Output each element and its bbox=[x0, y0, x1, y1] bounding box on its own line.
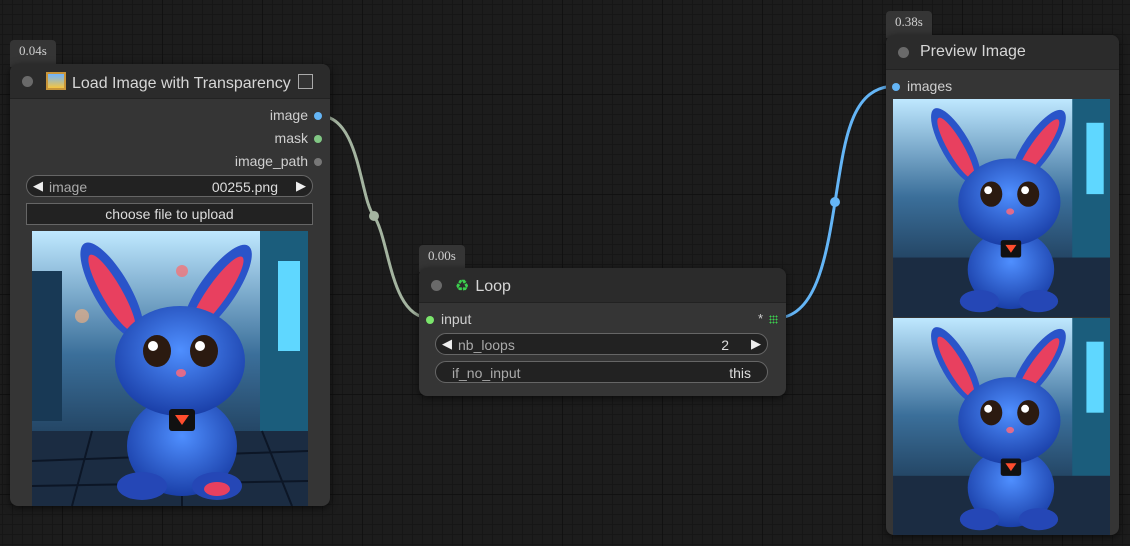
link-midpoint[interactable] bbox=[830, 197, 840, 207]
arrow-right-icon[interactable]: ▶ bbox=[296, 178, 306, 194]
input-dot[interactable] bbox=[426, 316, 434, 325]
upload-button[interactable]: choose file to upload bbox=[26, 203, 313, 225]
input-slot-images[interactable]: images bbox=[892, 78, 952, 94]
output-dot[interactable] bbox=[314, 135, 322, 144]
output-slot-image[interactable]: image bbox=[270, 107, 322, 123]
arrow-left-icon[interactable]: ◀ bbox=[33, 178, 43, 194]
output-dot[interactable] bbox=[314, 112, 322, 121]
loop-node[interactable]: ♻ Loop input * ◀ nb_loops 2 ▶ if_no_input… bbox=[419, 268, 786, 396]
link-midpoint[interactable] bbox=[369, 211, 379, 221]
node-title-bar[interactable]: Preview Image bbox=[886, 35, 1119, 70]
preview-image-1[interactable] bbox=[893, 99, 1110, 317]
output-slot-image-path[interactable]: image_path bbox=[235, 153, 322, 169]
node-title: Loop bbox=[475, 278, 511, 295]
output-slot-mask[interactable]: mask bbox=[275, 130, 322, 146]
execution-time-badge: 0.04s bbox=[10, 40, 56, 67]
framed-picture-icon bbox=[46, 72, 66, 90]
pin-checkbox[interactable] bbox=[298, 74, 313, 89]
if-no-input-widget[interactable]: if_no_input this bbox=[435, 361, 768, 383]
loaded-image-preview bbox=[32, 231, 308, 506]
recycle-icon: ♻ bbox=[455, 278, 470, 295]
arrow-left-icon[interactable]: ◀ bbox=[442, 336, 452, 352]
grid-output-icon[interactable] bbox=[769, 315, 778, 325]
arrow-right-icon[interactable]: ▶ bbox=[751, 336, 761, 352]
output-slot-any[interactable]: * bbox=[758, 311, 778, 326]
collapse-dot[interactable] bbox=[898, 47, 909, 58]
output-dot[interactable] bbox=[314, 158, 322, 167]
collapse-dot[interactable] bbox=[431, 280, 442, 291]
node-title: Preview Image bbox=[920, 43, 1026, 60]
node-title: Load Image with Transparency bbox=[72, 75, 291, 92]
bunny-image bbox=[893, 318, 1110, 535]
node-title-bar[interactable]: Load Image with Transparency bbox=[10, 64, 330, 99]
collapse-dot[interactable] bbox=[22, 76, 33, 87]
execution-time-badge: 0.38s bbox=[886, 11, 932, 38]
bunny-image bbox=[32, 231, 308, 506]
nb-loops-widget[interactable]: ◀ nb_loops 2 ▶ bbox=[435, 333, 768, 355]
link-image-to-input[interactable] bbox=[319, 114, 431, 320]
link-loop-to-images[interactable] bbox=[775, 84, 897, 320]
preview-image-2[interactable] bbox=[893, 318, 1110, 535]
image-combo-widget[interactable]: ◀ image 00255.png ▶ bbox=[26, 175, 313, 197]
bunny-image bbox=[893, 99, 1110, 317]
node-title-bar[interactable]: ♻ Loop bbox=[419, 268, 786, 303]
input-slot-input[interactable]: input bbox=[426, 311, 471, 327]
input-dot[interactable] bbox=[892, 83, 900, 92]
load-image-node[interactable]: Load Image with Transparency image mask … bbox=[10, 64, 330, 506]
preview-image-node[interactable]: Preview Image images bbox=[886, 35, 1119, 535]
